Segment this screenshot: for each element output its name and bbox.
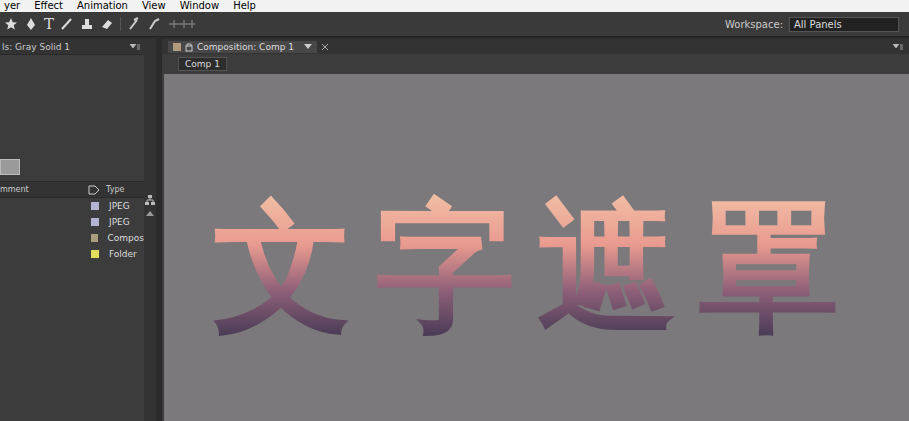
brush-icon[interactable] xyxy=(60,17,74,31)
stamp-icon[interactable] xyxy=(80,17,94,31)
workspace-dropdown[interactable]: All Panels xyxy=(789,17,899,32)
composition-viewer: 文字遮罩 xyxy=(164,74,909,421)
label-tag-icon xyxy=(88,185,100,195)
dropdown-icon[interactable] xyxy=(304,44,312,49)
menu-item[interactable]: yer xyxy=(4,0,20,12)
item-type: Compos xyxy=(108,233,144,243)
panel-title: ls: Gray Solid 1 xyxy=(2,42,130,52)
menu-item[interactable]: Window xyxy=(180,0,219,12)
breadcrumb[interactable]: Comp 1 xyxy=(178,57,227,71)
panel-menu-icon[interactable] xyxy=(130,44,140,50)
toolbar: T Workspace: All Panels xyxy=(0,12,909,37)
column-label[interactable]: Type xyxy=(106,185,124,194)
item-type: Folder xyxy=(109,249,137,259)
after-effects-window: yer Effect Animation View Window Help T Workspa… xyxy=(0,0,909,421)
close-icon[interactable] xyxy=(321,43,329,51)
scrollbar[interactable] xyxy=(144,39,156,421)
project-row[interactable]: Folder xyxy=(0,246,144,262)
panel-menu-icon[interactable] xyxy=(893,44,903,50)
menu-item[interactable]: Help xyxy=(233,0,256,12)
composition-panel: Composition: Comp 1 Comp 1 文字遮罩 xyxy=(162,39,909,421)
label-color[interactable] xyxy=(91,202,99,210)
menu-item[interactable]: Effect xyxy=(34,0,63,12)
star-icon[interactable] xyxy=(4,17,18,31)
toolbar-separator xyxy=(120,17,121,31)
workspace-label: Workspace: xyxy=(725,19,783,30)
project-panel: ls: Gray Solid 1 mment Type JPEG JPEG Compos F… xyxy=(0,39,156,421)
item-type: JPEG xyxy=(109,201,130,211)
lock-icon[interactable] xyxy=(185,42,193,52)
eraser-icon[interactable] xyxy=(100,17,114,31)
label-color[interactable] xyxy=(91,218,99,226)
puppet-icon[interactable] xyxy=(147,17,161,31)
composition-tab[interactable]: Composition: Comp 1 xyxy=(168,41,317,53)
project-row[interactable]: JPEG xyxy=(0,198,144,214)
item-type: JPEG xyxy=(109,217,130,227)
tab-icon xyxy=(173,43,181,51)
panels: ls: Gray Solid 1 mment Type JPEG JPEG Compos F… xyxy=(0,37,909,421)
text-tool-button[interactable]: T xyxy=(44,16,54,32)
label-color[interactable] xyxy=(91,234,98,242)
menu-item[interactable]: View xyxy=(142,0,166,12)
column-label[interactable]: mment xyxy=(0,185,88,194)
masked-text[interactable]: 文字遮罩 xyxy=(213,191,861,345)
project-row[interactable]: JPEG xyxy=(0,214,144,230)
axis-icon[interactable] xyxy=(167,17,197,31)
menu-item[interactable]: Animation xyxy=(77,0,128,12)
project-row[interactable]: Compos xyxy=(0,230,144,246)
preview-area xyxy=(0,55,144,181)
breadcrumb-bar: Comp 1 xyxy=(162,54,909,74)
pen-icon[interactable] xyxy=(24,17,38,31)
label-color[interactable] xyxy=(91,250,99,258)
menu-bar: yer Effect Animation View Window Help xyxy=(0,0,909,12)
flowchart-icon[interactable] xyxy=(145,195,155,205)
scroll-up-icon[interactable] xyxy=(146,211,154,216)
column-header: mment Type xyxy=(0,181,144,198)
panel-header: Composition: Comp 1 xyxy=(162,39,909,54)
roto-brush-icon[interactable] xyxy=(127,17,141,31)
panel-header: ls: Gray Solid 1 xyxy=(0,39,144,55)
solid-swatch xyxy=(0,159,20,175)
